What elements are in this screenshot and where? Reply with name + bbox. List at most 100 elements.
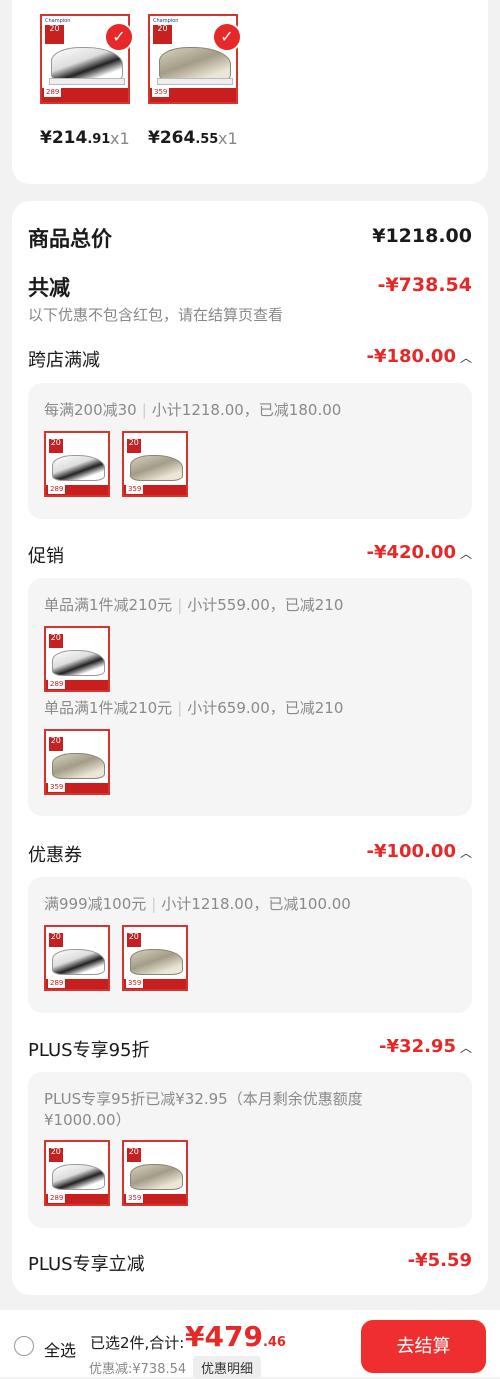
chevron-up-icon: ︿	[459, 1041, 472, 1055]
section-panel: PLUS专享95折已减¥32.95（本月剩余优惠额度 ¥1000.00） 20 2…	[28, 1072, 472, 1228]
rule-line: 单品满1件减210元 | 小计559.00，已减210	[44, 596, 344, 614]
section-toggle[interactable]: -¥100.00 ︿	[367, 841, 472, 862]
product-thumbnail[interactable]: 20 289	[44, 925, 110, 991]
select-all-label[interactable]: 全选	[44, 1337, 76, 1361]
section-toggle[interactable]: -¥32.95 ︿	[379, 1036, 472, 1057]
radio-unchecked-icon[interactable]	[14, 1336, 34, 1356]
rule-line: 每满200减30 | 小计1218.00，已减180.00	[44, 401, 342, 419]
price-strip: 289	[42, 88, 128, 102]
section-panel: 满999减100元 | 小计1218.00，已减100.00 20 289 20 359	[28, 877, 472, 1013]
section-title: PLUS专享95折	[28, 1040, 150, 1061]
item-price: ¥264.55	[148, 128, 218, 148]
section-title: 跨店满减	[28, 350, 100, 371]
strip-price: 359	[126, 1194, 144, 1204]
promo-tag: 20	[127, 1147, 141, 1162]
rule-text: 单品满1件减210元	[44, 596, 173, 614]
selected-item-2[interactable]: Champion 20 359 ✓	[148, 14, 242, 104]
chevron-up-icon: ︿	[459, 351, 472, 365]
selected-items-card: Champion 20 289 ✓ Champion 20 359 ✓ ¥214…	[12, 0, 488, 184]
shoe-image	[52, 455, 106, 481]
section-title: 促销	[28, 546, 64, 567]
product-thumbnail[interactable]: 20 359	[122, 431, 188, 497]
discount-breakdown-card: 商品总价 ¥1218.00 共减 -¥738.54 以下优惠不包含红包，请在结算…	[12, 201, 488, 1295]
shoe-image	[50, 46, 124, 82]
check-icon[interactable]: ✓	[212, 22, 242, 52]
total-cents: .46	[262, 1335, 286, 1350]
product-thumbnail[interactable]: 20 359	[122, 925, 188, 991]
discount-detail-button[interactable]: 优惠明细	[193, 1356, 262, 1379]
promo-tag: 20	[45, 24, 64, 44]
rule-line: 满999减100元 | 小计1218.00，已减100.00	[44, 895, 351, 913]
price-strip: 359	[124, 485, 186, 495]
strip-price: 289	[48, 1194, 66, 1204]
item-price: ¥214.91	[40, 128, 110, 148]
rule-line: ¥1000.00）	[44, 1111, 131, 1129]
rule-detail: 小计1218.00，已减100.00	[161, 895, 351, 913]
section-panel: 单品满1件减210元 | 小计559.00，已减210 20 289 单品满1件减21…	[28, 578, 472, 816]
shoe-sole	[48, 77, 125, 86]
product-thumbnail[interactable]: 20 289	[44, 626, 110, 692]
check-icon[interactable]: ✓	[104, 22, 134, 52]
shoe-image	[52, 949, 106, 975]
strip-price: 359	[126, 485, 144, 495]
strip-price: 289	[48, 680, 66, 690]
rule-detail: 小计559.00，已减210	[187, 596, 344, 614]
strip-price: 289	[48, 979, 66, 989]
strip-price: 359	[152, 88, 170, 98]
selected-count: 已选2件,合计:	[90, 1334, 185, 1352]
checkout-bar: 全选 已选2件,合计: ¥479.46 优惠减:¥738.54 优惠明细 去结算	[0, 1310, 500, 1379]
shoe-image	[130, 1164, 184, 1190]
checkout-button[interactable]: 去结算	[361, 1320, 486, 1373]
discount-label: 共减	[28, 276, 70, 300]
strip-price: 359	[48, 783, 66, 793]
price-cents: .91	[87, 132, 111, 147]
discount-value: -¥738.54	[377, 274, 472, 296]
shoe-sole	[156, 77, 233, 86]
rule-text: 满999减100元	[44, 895, 147, 913]
price-strip: 289	[46, 979, 108, 989]
rule-text: 单品满1件减210元	[44, 699, 173, 717]
section-amount: -¥420.00	[366, 542, 456, 563]
section-panel: 每满200减30 | 小计1218.00，已减180.00 20 289 20 359	[28, 383, 472, 519]
product-thumbnail[interactable]: 20 359	[44, 729, 110, 795]
total-main: ¥479	[185, 1320, 263, 1353]
promo-tag: 20	[127, 438, 141, 453]
chevron-up-icon: ︿	[459, 846, 472, 860]
rule-line: 单品满1件减210元 | 小计659.00，已减210	[44, 699, 344, 717]
rule-detail: 小计1218.00，已减180.00	[151, 401, 342, 419]
strip-price: 289	[48, 485, 66, 495]
chevron-up-icon: ︿	[459, 547, 472, 561]
section-title: 优惠券	[28, 845, 82, 866]
grand-total: ¥479.46	[185, 1320, 286, 1353]
item-qty: x1	[218, 129, 238, 148]
total-label: 商品总价	[28, 227, 112, 251]
price-strip: 359	[46, 783, 108, 793]
price-strip: 289	[46, 680, 108, 690]
price-main: ¥264	[148, 128, 196, 148]
section-toggle[interactable]: -¥420.00 ︿	[367, 542, 472, 563]
promo-tag: 20	[49, 1147, 63, 1162]
promo-tag: 20	[49, 438, 63, 453]
promo-tag: 20	[49, 932, 63, 947]
price-strip: 359	[124, 1194, 186, 1204]
item-qty: x1	[110, 129, 130, 148]
price-strip: 289	[46, 1194, 108, 1204]
promo-tag: 20	[153, 24, 172, 44]
section-toggle[interactable]: -¥180.00 ︿	[367, 346, 472, 367]
saved-amount: 优惠减:¥738.54	[89, 1362, 187, 1377]
selected-item-1[interactable]: Champion 20 289 ✓	[40, 14, 134, 104]
product-thumbnail[interactable]: 20 359	[122, 1140, 188, 1206]
section-amount: -¥180.00	[366, 346, 456, 367]
price-strip: 289	[46, 485, 108, 495]
section-title: PLUS专享立减	[28, 1254, 145, 1275]
price-cents: .55	[195, 132, 219, 147]
rule-detail: 小计659.00，已减210	[187, 699, 344, 717]
shoe-image	[52, 1164, 106, 1190]
product-thumbnail[interactable]: 20 289	[44, 431, 110, 497]
strip-price: 289	[44, 88, 62, 98]
rule-line: PLUS专享95折已减¥32.95（本月剩余优惠额度	[44, 1090, 363, 1108]
product-thumbnail[interactable]: 20 289	[44, 1140, 110, 1206]
price-strip: 359	[124, 979, 186, 989]
shoe-image	[158, 46, 232, 82]
section-amount: -¥5.59	[407, 1250, 472, 1271]
